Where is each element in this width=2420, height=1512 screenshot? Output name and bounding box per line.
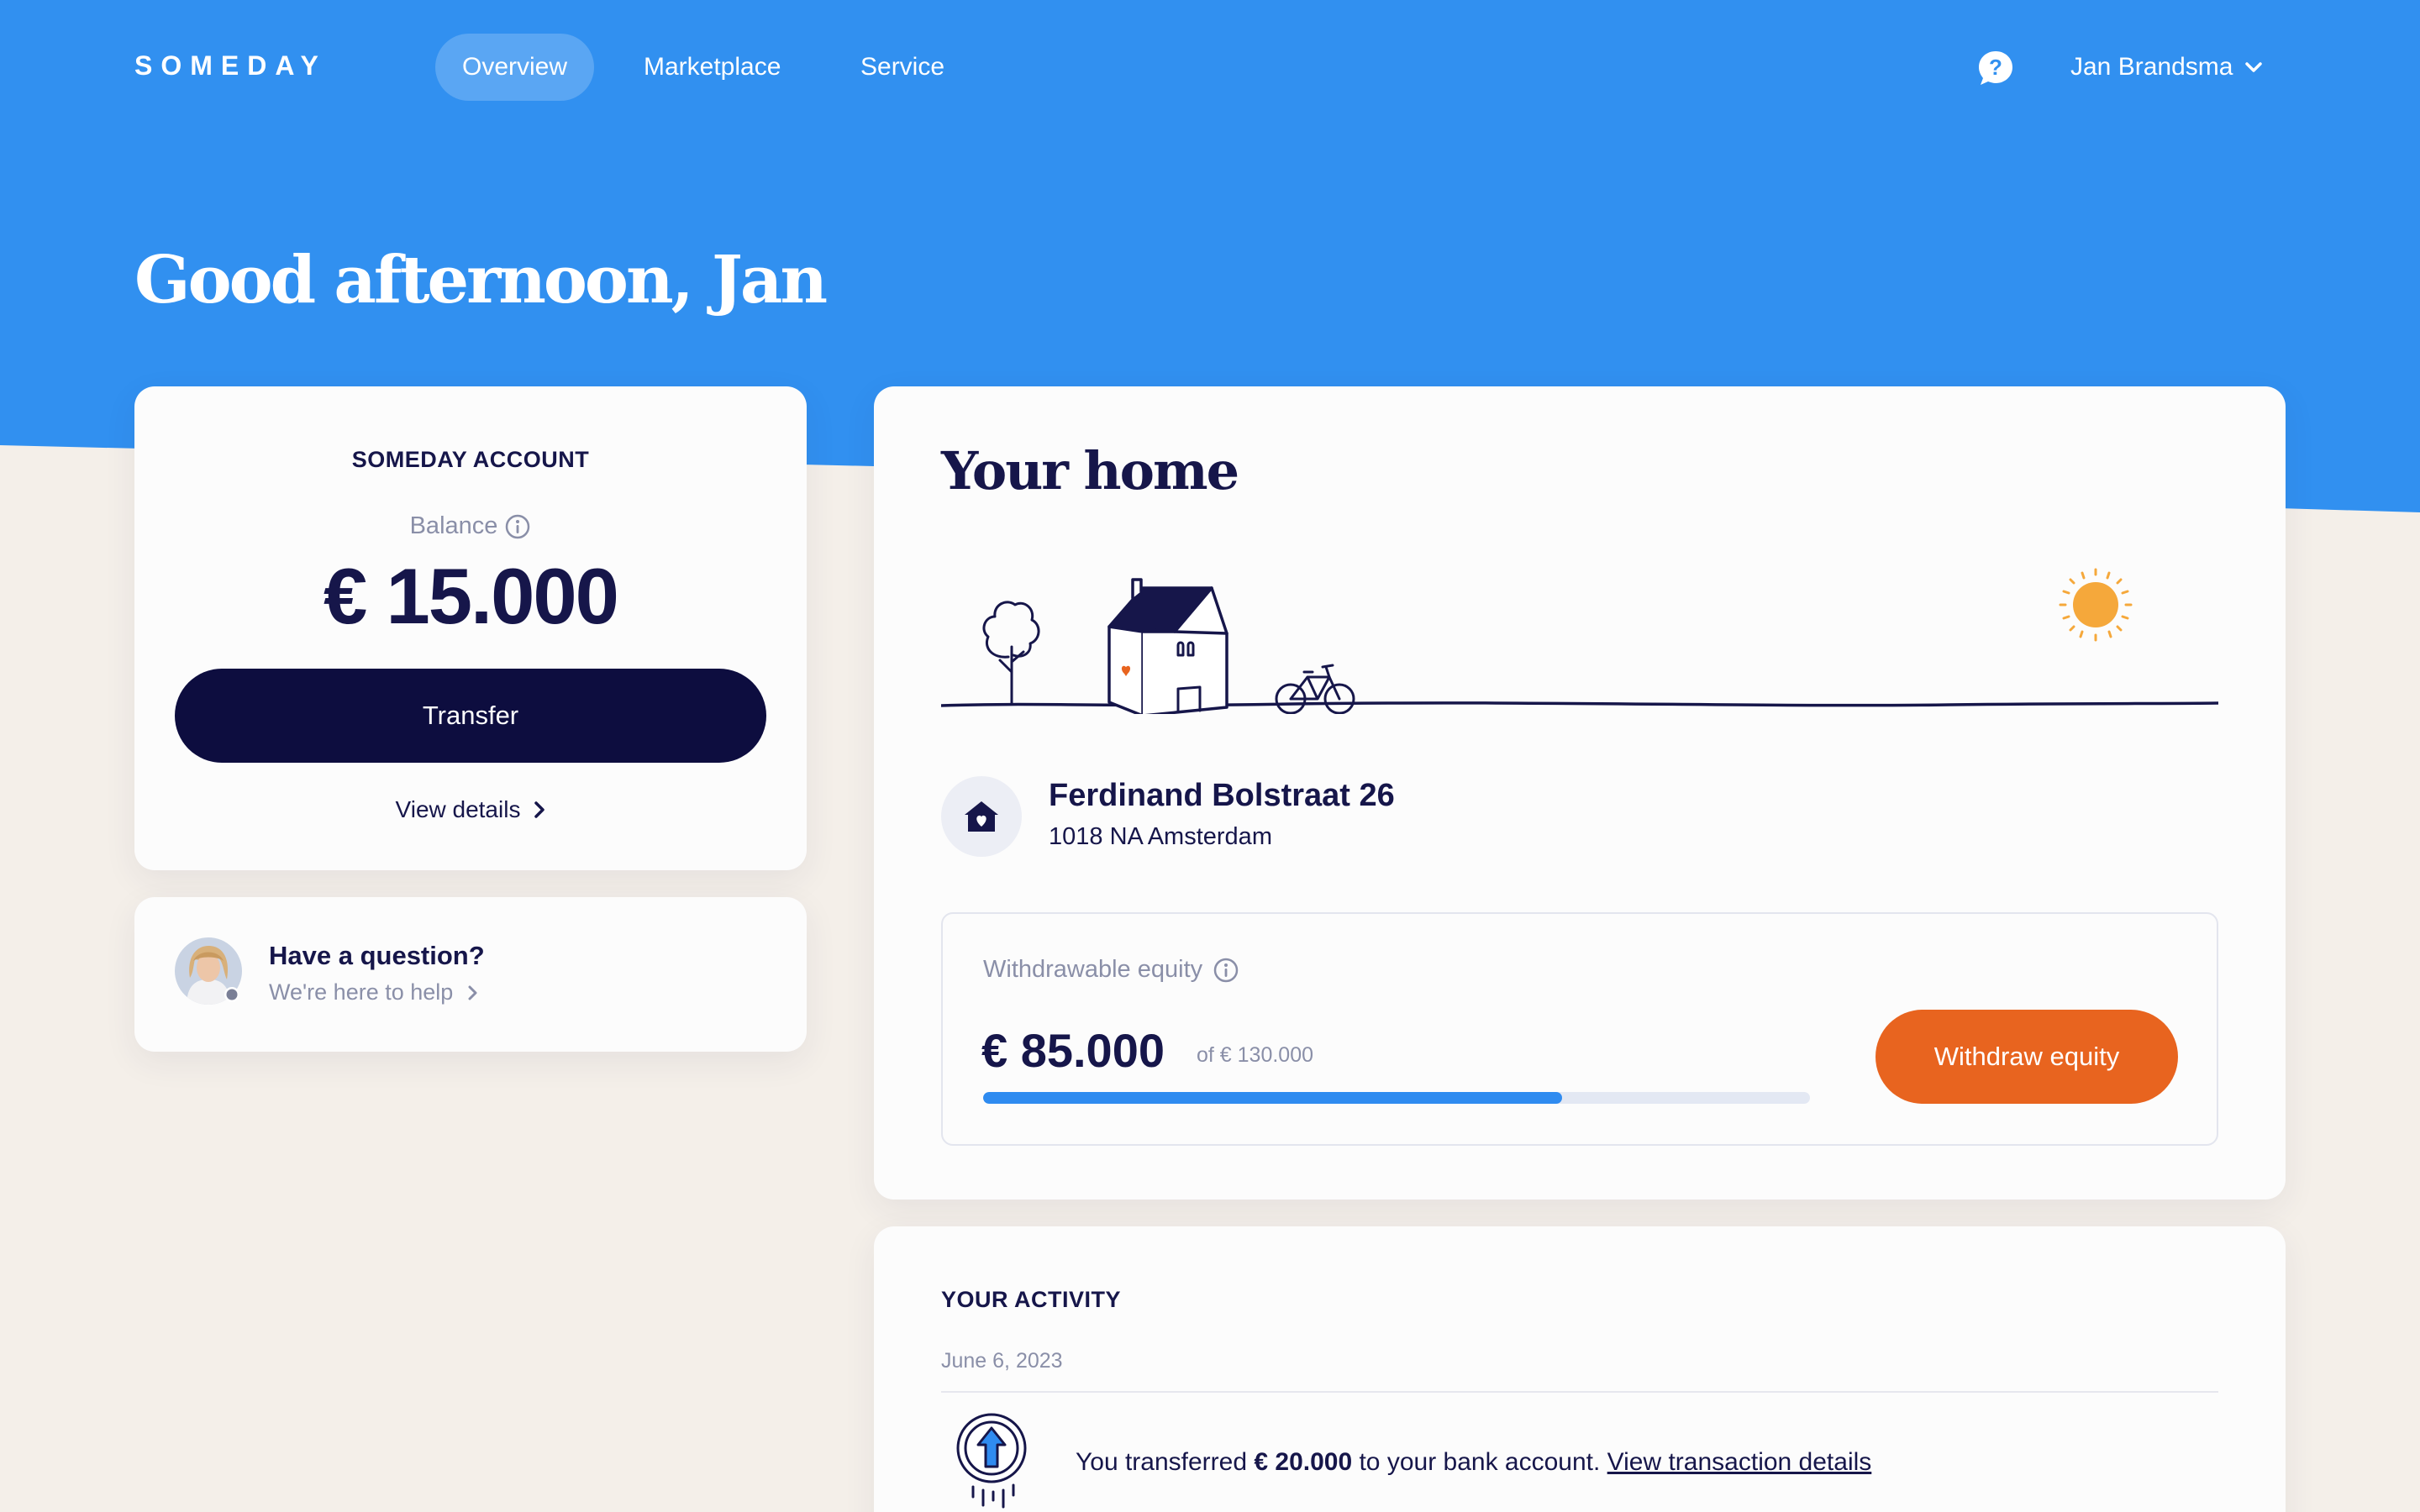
equity-progress-bar bbox=[983, 1092, 1810, 1104]
balance-value: € 15.000 bbox=[324, 552, 619, 640]
home-card: Your home Ferdinand Bolstraat 26 1018 NA… bbox=[874, 386, 2286, 1200]
support-subtitle-row: We're here to help bbox=[269, 979, 478, 1005]
support-agent-avatar bbox=[175, 937, 242, 1005]
view-details-label: View details bbox=[395, 796, 521, 822]
transfer-button[interactable]: Transfer bbox=[175, 669, 766, 763]
support-card[interactable]: Have a question? We're here to help bbox=[134, 897, 807, 1052]
equity-total: of € 130.000 bbox=[1197, 1043, 1314, 1067]
home-title: Your home bbox=[941, 440, 1239, 501]
address-street: Ferdinand Bolstraat 26 bbox=[1049, 778, 1395, 813]
house-drawing-icon bbox=[1107, 578, 1228, 714]
bicycle-icon bbox=[1275, 664, 1355, 714]
sun-icon bbox=[2059, 568, 2133, 642]
view-details-link[interactable]: View details bbox=[134, 796, 807, 823]
question-bubble-icon[interactable]: ? bbox=[1976, 49, 2015, 87]
activity-card: YOUR ACTIVITY June 6, 2023 You transferr… bbox=[874, 1226, 2286, 1512]
nav-service[interactable]: Service bbox=[834, 34, 971, 101]
activity-text-after: to your bank account. bbox=[1352, 1448, 1607, 1476]
home-address-icon bbox=[941, 776, 1022, 857]
tree-icon bbox=[982, 601, 1040, 706]
nav-marketplace[interactable]: Marketplace bbox=[617, 34, 808, 101]
home-illustration bbox=[941, 568, 2218, 714]
activity-divider bbox=[941, 1391, 2218, 1393]
nav-overview[interactable]: Overview bbox=[435, 34, 595, 101]
greeting-heading: Good afternoon, Jan bbox=[134, 242, 828, 318]
withdraw-equity-button[interactable]: Withdraw equity bbox=[1876, 1010, 2178, 1104]
view-transaction-details-link[interactable]: View transaction details bbox=[1607, 1448, 1872, 1476]
equity-panel: Withdrawable equity € 85.000 of € 130.00… bbox=[941, 912, 2218, 1146]
balance-label: Balance bbox=[409, 512, 498, 539]
top-navigation: SOMEDAY Overview Marketplace Service ? J… bbox=[0, 0, 2420, 134]
user-menu[interactable]: Jan Brandsma bbox=[2070, 34, 2263, 101]
chevron-down-icon bbox=[2245, 62, 2263, 72]
equity-label: Withdrawable equity bbox=[983, 956, 1203, 983]
activity-title: YOUR ACTIVITY bbox=[941, 1287, 1122, 1312]
account-title: SOMEDAY ACCOUNT bbox=[351, 447, 590, 472]
user-name: Jan Brandsma bbox=[2070, 53, 2233, 81]
equity-progress-fill bbox=[983, 1092, 1562, 1104]
coin-upload-icon bbox=[956, 1413, 1027, 1509]
balance-label-row: Balance bbox=[134, 512, 807, 540]
equity-value: € 85.000 bbox=[981, 1024, 1165, 1077]
someday-logo[interactable]: SOMEDAY bbox=[134, 50, 327, 81]
account-card: SOMEDAY ACCOUNT Balance € 15.000 Transfe… bbox=[134, 386, 807, 870]
activity-date: June 6, 2023 bbox=[941, 1349, 1063, 1373]
svg-text:?: ? bbox=[1989, 55, 2002, 80]
chevron-right-icon bbox=[534, 801, 545, 818]
activity-text-before: You transferred bbox=[1076, 1448, 1255, 1476]
equity-label-row: Withdrawable equity bbox=[983, 956, 1239, 984]
info-icon[interactable] bbox=[504, 513, 531, 540]
activity-description: You transferred € 20.000 to your bank ac… bbox=[1076, 1448, 1871, 1477]
address-city: 1018 NA Amsterdam bbox=[1049, 823, 1272, 850]
activity-amount: € 20.000 bbox=[1254, 1448, 1353, 1476]
house-heart-icon bbox=[965, 801, 998, 832]
info-icon[interactable] bbox=[1213, 957, 1239, 984]
support-title: Have a question? bbox=[269, 941, 485, 970]
support-subtitle: We're here to help bbox=[269, 979, 454, 1005]
chevron-right-icon bbox=[468, 985, 477, 1000]
